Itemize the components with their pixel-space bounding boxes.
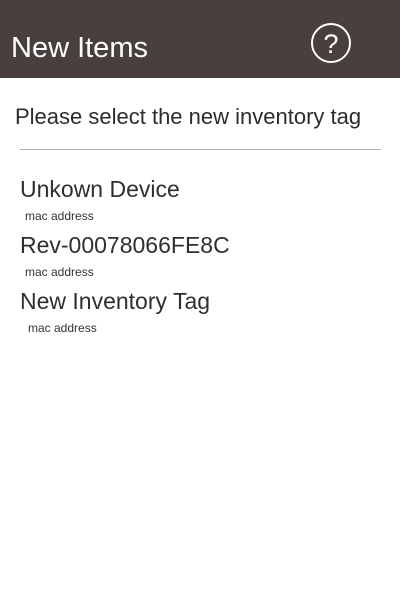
- device-name: Unkown Device: [20, 176, 180, 202]
- help-question-mark: ?: [323, 29, 338, 59]
- device-item-rev-00078066fe8c[interactable]: Rev-00078066FE8C mac address: [0, 229, 400, 285]
- device-name: Rev-00078066FE8C: [20, 232, 230, 258]
- device-mac-address-label: mac address: [28, 321, 97, 335]
- device-item-new-inventory-tag[interactable]: New Inventory Tag mac address: [0, 285, 400, 341]
- page-title: New Items: [11, 32, 148, 64]
- app-header: New Items ?: [0, 0, 400, 78]
- device-name: New Inventory Tag: [20, 288, 211, 314]
- device-item-unknown-device[interactable]: Unkown Device mac address: [0, 173, 400, 229]
- device-mac-address-label: mac address: [25, 265, 94, 279]
- help-button[interactable]: ?: [311, 23, 351, 63]
- divider: [20, 149, 381, 150]
- device-list: Unkown Device mac address Rev-00078066FE…: [0, 173, 400, 341]
- instruction-text: Please select the new inventory tag: [15, 104, 362, 129]
- help-circle-icon: ?: [323, 29, 338, 59]
- device-mac-address-label: mac address: [25, 209, 94, 223]
